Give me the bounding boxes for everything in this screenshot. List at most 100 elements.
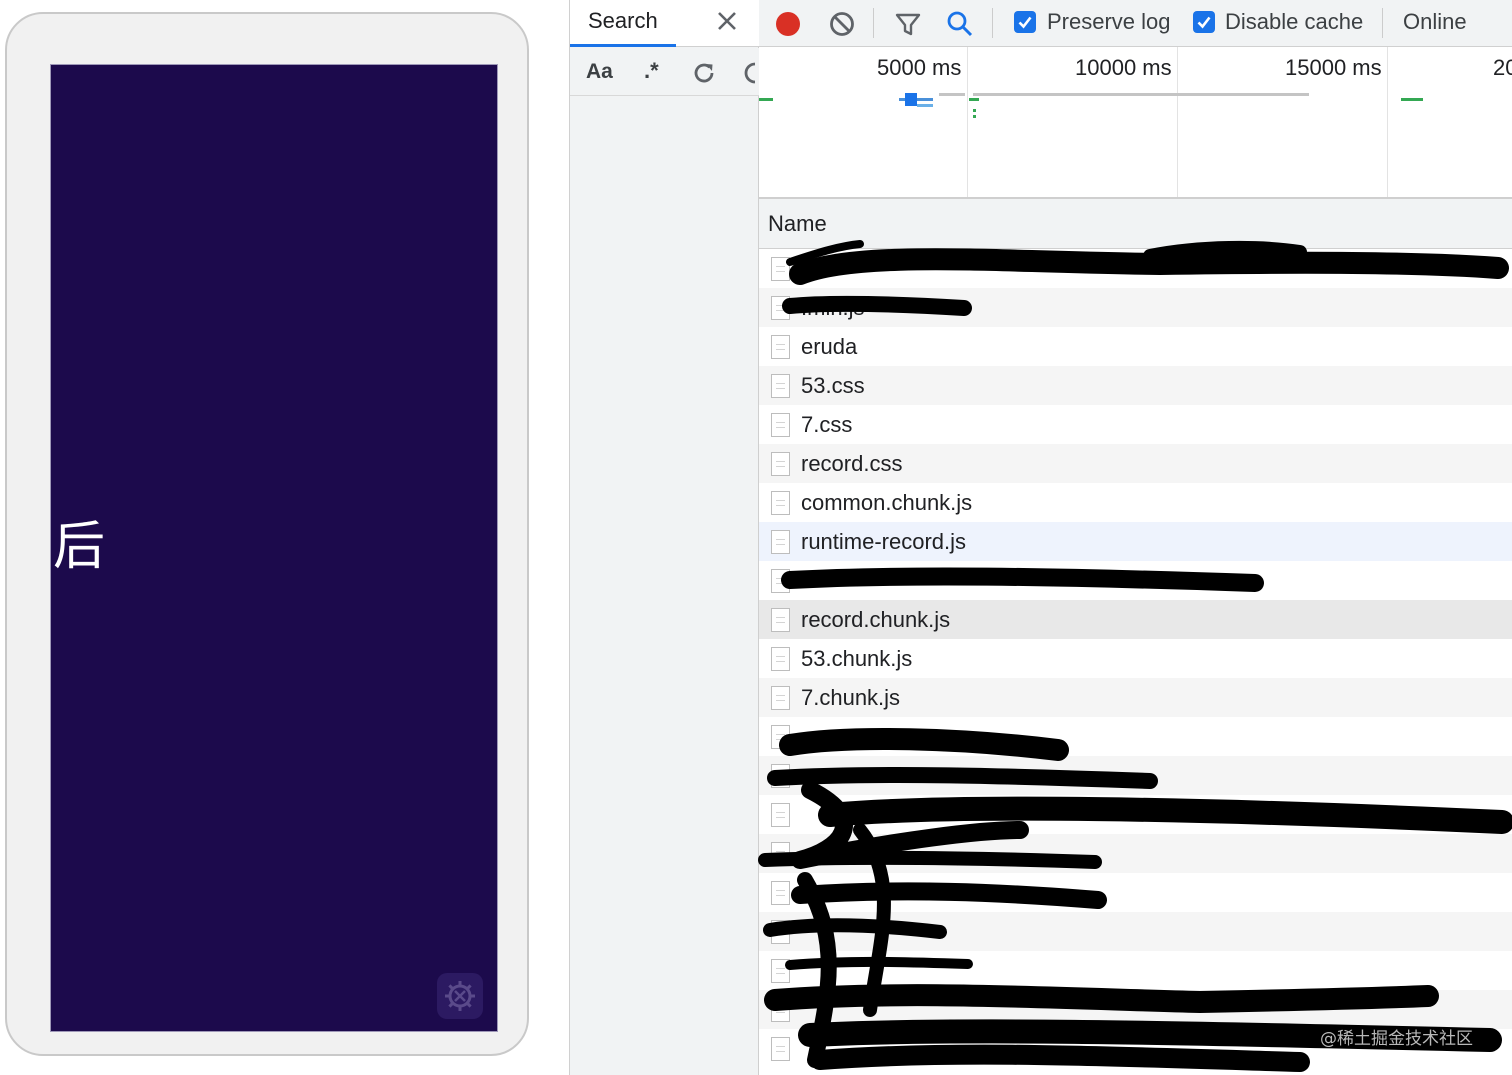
file-icon: [771, 881, 790, 905]
timeline-bar: [759, 98, 773, 101]
request-table: Name .min.js eruda 53.css 7.css record.c…: [759, 199, 1512, 1075]
toolbar-divider: [992, 8, 993, 38]
table-row[interactable]: [759, 912, 1512, 951]
throttling-select[interactable]: Online: [1403, 9, 1467, 35]
screen-text: 后: [53, 517, 106, 577]
file-icon: [771, 842, 790, 866]
active-tab-indicator: [570, 44, 676, 47]
file-icon: [771, 296, 790, 320]
preserve-log-checkbox[interactable]: [1014, 11, 1036, 33]
file-icon: [771, 803, 790, 827]
search-icon[interactable]: [946, 10, 974, 38]
table-row[interactable]: 53.css: [759, 366, 1512, 405]
table-row[interactable]: [759, 717, 1512, 756]
table-row[interactable]: runtime-record.js: [759, 522, 1512, 561]
file-icon: [771, 1037, 790, 1061]
table-row[interactable]: 7.chunk.js: [759, 678, 1512, 717]
table-row[interactable]: 7.css: [759, 405, 1512, 444]
request-name: 53.css: [801, 373, 865, 398]
request-name: runtime-record.js: [801, 529, 967, 554]
request-name: common.chunk.js: [801, 490, 973, 515]
regex-button[interactable]: .*: [644, 58, 659, 84]
settings-button[interactable]: [437, 973, 483, 1019]
file-icon: [771, 608, 790, 632]
file-icon: [771, 686, 790, 710]
file-icon: [771, 413, 790, 437]
close-icon[interactable]: [716, 10, 738, 32]
timeline-gridline: [1387, 47, 1388, 197]
file-icon: [771, 764, 790, 788]
table-row[interactable]: [759, 756, 1512, 795]
request-rows: .min.js eruda 53.css 7.css record.css co…: [759, 249, 1512, 1068]
timeline-tick-label: 5000 ms: [877, 55, 962, 80]
table-row[interactable]: common.chunk.js: [759, 483, 1512, 522]
file-icon: [771, 569, 790, 593]
table-row[interactable]: [759, 951, 1512, 990]
network-overview-timeline[interactable]: 5000 ms 10000 ms 15000 ms 20: [759, 47, 1512, 199]
search-options-bar: Aa .*: [570, 48, 759, 96]
clear-search-icon[interactable]: [742, 60, 756, 86]
record-icon[interactable]: [774, 10, 802, 38]
timeline-bar: [1401, 98, 1423, 101]
table-row[interactable]: record.css: [759, 444, 1512, 483]
timeline-tick-label: 20: [1493, 55, 1512, 80]
column-header-name[interactable]: Name: [768, 211, 827, 237]
clear-icon[interactable]: [828, 10, 856, 38]
file-icon: [771, 374, 790, 398]
timeline-bar: [973, 109, 976, 112]
request-name: 53.chunk.js: [801, 646, 913, 671]
file-icon: [771, 647, 790, 671]
table-row[interactable]: [759, 795, 1512, 834]
network-toolbar: Preserve log Disable cache Online: [759, 0, 1512, 47]
file-icon: [771, 491, 790, 515]
file-icon: [771, 335, 790, 359]
timeline-gridline: [967, 47, 968, 197]
request-name: .min.js: [801, 295, 865, 320]
toolbar-divider: [873, 8, 874, 38]
search-pane: Search Aa .*: [570, 0, 759, 1075]
table-row[interactable]: 53.chunk.js: [759, 639, 1512, 678]
checkmark-icon: [1018, 16, 1032, 29]
device-frame: 后: [5, 12, 529, 1056]
file-icon: [771, 257, 790, 281]
disable-cache-checkbox[interactable]: [1193, 11, 1215, 33]
request-name: 7.css: [801, 412, 853, 437]
file-icon: [771, 959, 790, 983]
file-icon: [771, 998, 790, 1022]
timeline-bar: [905, 93, 917, 106]
timeline-bar: [973, 115, 976, 118]
watermark: @稀土掘金技术社区: [1320, 1029, 1473, 1049]
device-screen[interactable]: 后: [50, 64, 498, 1032]
request-name: eruda: [801, 334, 858, 359]
request-name: record.css: [801, 451, 903, 476]
tab-search[interactable]: Search: [570, 0, 759, 47]
file-icon: [771, 530, 790, 554]
request-name: 7.chunk.js: [801, 685, 901, 710]
request-name: record.chunk.js: [801, 607, 951, 632]
file-icon: [771, 452, 790, 476]
timeline-gridline: [1177, 47, 1178, 197]
filter-icon[interactable]: [894, 10, 922, 38]
table-row[interactable]: [759, 873, 1512, 912]
table-header: Name: [759, 199, 1512, 249]
timeline-bar: [973, 93, 1309, 96]
file-icon: [771, 920, 790, 944]
table-row[interactable]: eruda: [759, 327, 1512, 366]
checkmark-icon: [1197, 16, 1211, 29]
timeline-bar: [917, 104, 933, 107]
preserve-log-label[interactable]: Preserve log: [1047, 9, 1171, 35]
table-row[interactable]: [759, 249, 1512, 288]
table-row[interactable]: record.chunk.js: [759, 600, 1512, 639]
file-icon: [771, 725, 790, 749]
timeline-bar: [939, 93, 965, 96]
match-case-button[interactable]: Aa: [586, 60, 613, 84]
timeline-tick-label: 15000 ms: [1285, 55, 1382, 80]
table-row[interactable]: [759, 834, 1512, 873]
toolbar-divider: [1382, 8, 1383, 38]
search-tab-label: Search: [588, 8, 658, 33]
refresh-icon[interactable]: [691, 60, 717, 86]
table-row[interactable]: [759, 561, 1512, 600]
disable-cache-label[interactable]: Disable cache: [1225, 9, 1363, 35]
gear-icon: [445, 981, 475, 1011]
table-row[interactable]: .min.js: [759, 288, 1512, 327]
